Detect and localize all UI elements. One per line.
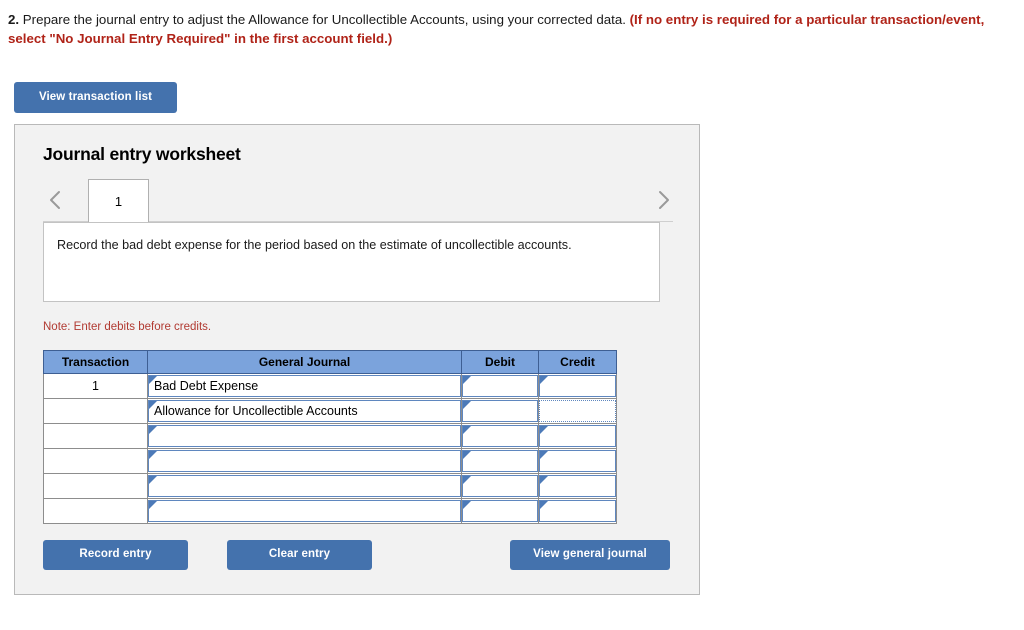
worksheet-tab-1-label: 1 <box>114 193 123 209</box>
debits-before-credits-note: Note: Enter debits before credits. <box>43 321 212 333</box>
column-header-credit: Credit <box>538 350 617 374</box>
cell-general-journal-account-row-3 <box>147 423 462 449</box>
cell-general-journal-account-row-6 <box>147 498 462 524</box>
question-number: 2. <box>8 12 20 27</box>
table-row <box>43 423 617 449</box>
column-header-general-journal: General Journal <box>147 350 462 374</box>
table-header-row: Transaction General Journal Debit Credit <box>43 350 617 374</box>
cell-credit-amount-row-6 <box>538 498 617 524</box>
general-journal-account-row-5-field[interactable] <box>148 475 461 497</box>
credit-amount-row-2-field[interactable] <box>539 400 616 422</box>
worksheet-tab-1[interactable]: 1 <box>88 179 149 222</box>
table-row <box>43 473 617 499</box>
table-row <box>43 498 617 524</box>
cell-transaction <box>43 473 148 499</box>
cell-debit-amount-row-2 <box>461 398 539 424</box>
cell-debit-amount-row-3 <box>461 423 539 449</box>
instruction-text: Record the bad debt expense for the peri… <box>57 238 572 252</box>
cell-general-journal-account-row-5 <box>147 473 462 499</box>
journal-entry-worksheet-panel: Journal entry worksheet 1 Record the bad… <box>14 124 700 595</box>
view-transaction-list-button[interactable]: View transaction list <box>14 82 177 113</box>
credit-amount-row-4-field[interactable] <box>539 450 616 472</box>
cell-credit-amount-row-2 <box>538 398 617 424</box>
cell-transaction <box>43 398 148 424</box>
journal-entry-table: Transaction General Journal Debit Credit… <box>43 350 617 524</box>
worksheet-tab-strip: 1 <box>15 179 701 222</box>
debit-amount-row-5-field[interactable] <box>462 475 538 497</box>
debit-amount-row-4-field[interactable] <box>462 450 538 472</box>
worksheet-title: Journal entry worksheet <box>43 144 241 164</box>
cell-credit-amount-row-5 <box>538 473 617 499</box>
column-header-transaction: Transaction <box>43 350 148 374</box>
instruction-box: Record the bad debt expense for the peri… <box>43 222 660 302</box>
debit-amount-row-1-field[interactable] <box>462 375 538 397</box>
cell-debit-amount-row-6 <box>461 498 539 524</box>
cell-general-journal-account-row-1: Bad Debt Expense <box>147 373 462 399</box>
cell-general-journal-account-row-2: Allowance for Uncollectible Accounts <box>147 398 462 424</box>
cell-transaction <box>43 498 148 524</box>
journal-table-body: 1 Bad Debt Expense Allowance for Uncollect… <box>43 373 617 524</box>
cell-transaction <box>43 423 148 449</box>
chevron-right-icon[interactable] <box>654 188 674 212</box>
cell-transaction: 1 <box>43 373 148 399</box>
credit-amount-row-3-field[interactable] <box>539 425 616 447</box>
general-journal-account-row-6-field[interactable] <box>148 500 461 522</box>
credit-amount-row-5-field[interactable] <box>539 475 616 497</box>
view-general-journal-button[interactable]: View general journal <box>510 540 670 570</box>
table-row <box>43 448 617 474</box>
clear-entry-button[interactable]: Clear entry <box>227 540 372 570</box>
cell-debit-amount-row-1 <box>461 373 539 399</box>
chevron-left-icon[interactable] <box>45 188 65 212</box>
cell-general-journal-account-row-4 <box>147 448 462 474</box>
question-text: Prepare the journal entry to adjust the … <box>19 12 630 27</box>
general-journal-account-row-1-field[interactable]: Bad Debt Expense <box>148 375 461 397</box>
credit-amount-row-6-field[interactable] <box>539 500 616 522</box>
debit-amount-row-2-field[interactable] <box>462 400 538 422</box>
table-row: 1 Bad Debt Expense <box>43 373 617 399</box>
cell-credit-amount-row-1 <box>538 373 617 399</box>
general-journal-account-row-4-field[interactable] <box>148 450 461 472</box>
cell-credit-amount-row-3 <box>538 423 617 449</box>
column-header-debit: Debit <box>461 350 539 374</box>
record-entry-button[interactable]: Record entry <box>43 540 188 570</box>
credit-amount-row-1-field[interactable] <box>539 375 616 397</box>
cell-debit-amount-row-4 <box>461 448 539 474</box>
cell-debit-amount-row-5 <box>461 473 539 499</box>
general-journal-account-row-3-field[interactable] <box>148 425 461 447</box>
table-row: Allowance for Uncollectible Accounts <box>43 398 617 424</box>
general-journal-account-row-2-field[interactable]: Allowance for Uncollectible Accounts <box>148 400 461 422</box>
debit-amount-row-3-field[interactable] <box>462 425 538 447</box>
question-prompt: 2. Prepare the journal entry to adjust t… <box>8 10 1014 48</box>
debit-amount-row-6-field[interactable] <box>462 500 538 522</box>
cell-credit-amount-row-4 <box>538 448 617 474</box>
cell-transaction <box>43 448 148 474</box>
